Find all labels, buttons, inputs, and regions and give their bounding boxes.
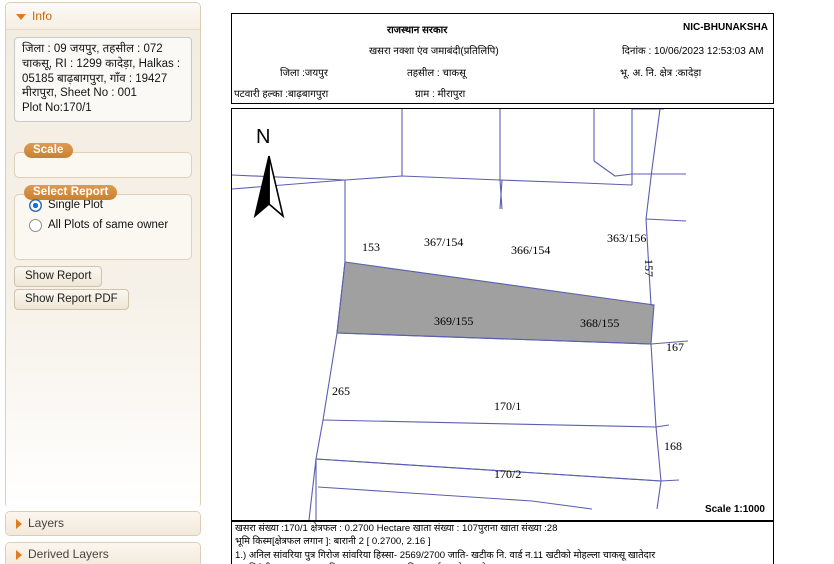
header-patwari: पटवारी हल्का :बाढ़बागपुरा — [234, 89, 329, 100]
header-tehsil: तहसील : चाकसू — [407, 68, 466, 79]
north-arrow-icon — [253, 155, 285, 219]
plot-number-label: 368/155 — [580, 316, 620, 330]
show-report-pdf-button[interactable]: Show Report PDF — [14, 289, 129, 310]
triangle-right-icon — [16, 549, 22, 560]
header-org: NIC-BHUNAKSHA — [683, 22, 768, 33]
triangle-right-icon — [16, 518, 22, 529]
info-panel: Info जिला : 09 जयपुर, तहसील : 072 चाकसू,… — [5, 2, 201, 508]
north-letter-label: N — [256, 126, 271, 148]
plot-number-label: 170/1 — [494, 399, 522, 413]
plot-number-label: 167 — [666, 340, 684, 354]
plot-number-label: 363/156 — [607, 231, 647, 245]
footer-line: भूमि किस्म[क्षेत्रफल लगान ]: बारानी 2 [ … — [235, 536, 431, 548]
derived-layers-panel[interactable]: Derived Layers — [5, 542, 201, 564]
plot-number-label: 366/154 — [511, 243, 551, 257]
plot-number-label: 265 — [332, 384, 350, 398]
plot-number-label: 168 — [664, 439, 682, 453]
layers-panel[interactable]: Layers — [5, 511, 201, 536]
header-bhu-area: भू. अ. नि. क्षेत्र :कादेड़ा — [620, 68, 702, 79]
header-village: ग्राम : मीरापुरा — [415, 89, 466, 100]
derived-layers-panel-title: Derived Layers — [28, 547, 109, 561]
select-report-fieldset: Select Report Single Plot All Plots of s… — [14, 185, 192, 260]
plot-info-text: जिला : 09 जयपुर, तहसील : 072 चाकसू, RI :… — [22, 43, 181, 115]
layers-panel-header[interactable]: Layers — [6, 512, 200, 535]
application-window: Info जिला : 09 जयपुर, तहसील : 072 चाकसू,… — [0, 0, 834, 564]
cadastral-map-svg[interactable] — [232, 109, 773, 520]
radio-all-plots-icon[interactable] — [29, 218, 42, 232]
plot-number-label: 369/155 — [434, 314, 474, 328]
radio-single-plot-icon[interactable] — [29, 198, 42, 212]
map-header-block: राजस्थान सरकार NIC-BHUNAKSHA खसरा नक्शा … — [231, 13, 774, 104]
scale-legend: Scale — [24, 143, 73, 158]
map-footer-block: खसरा संख्या :170/1 क्षेत्रफल : 0.2700 He… — [231, 521, 774, 564]
info-panel-header[interactable]: Info — [6, 3, 200, 29]
header-date: दिनांक : 10/06/2023 12:53:03 AM — [622, 46, 764, 57]
show-report-button[interactable]: Show Report — [14, 266, 103, 287]
sidebar: Info जिला : 09 जयपुर, तहसील : 072 चाकसू,… — [0, 0, 208, 564]
header-doc-title: खसरा नक्शा एंव जमाबंदी(प्रतिलिपि) — [369, 46, 499, 57]
radio-all-plots-label: All Plots of same owner — [48, 218, 169, 231]
scale-fieldset: Scale — [14, 143, 192, 178]
info-panel-title: Info — [32, 9, 53, 23]
map-scale-note: Scale 1:1000 — [704, 504, 765, 515]
header-district: जिला :जयपुर — [280, 68, 328, 79]
footer-line-list: खसरा संख्या :170/1 क्षेत्रफल : 0.2700 He… — [232, 522, 773, 564]
plot-info-box: जिला : 09 जयपुर, तहसील : 072 चाकसू, RI :… — [14, 37, 192, 122]
plot-number-label: 367/154 — [424, 235, 464, 249]
map-document: राजस्थान सरकार NIC-BHUNAKSHA खसरा नक्शा … — [231, 13, 774, 564]
plot-number-label: 153 — [362, 240, 380, 254]
derived-layers-panel-header[interactable]: Derived Layers — [6, 543, 200, 564]
radio-single-plot-label: Single Plot — [48, 198, 103, 211]
footer-line: खसरा संख्या :170/1 क्षेत्रफल : 0.2700 He… — [235, 523, 558, 534]
header-govt: राजस्थान सरकार — [387, 25, 448, 36]
plot-number-label: 170/2 — [494, 467, 522, 481]
radio-option-all-plots[interactable]: All Plots of same owner — [29, 215, 191, 235]
select-report-legend: Select Report — [24, 185, 118, 200]
plot-number-label: 157 — [642, 259, 656, 277]
layers-panel-title: Layers — [28, 516, 65, 530]
footer-line: 1.) अनिल सांवरिया पुत्र गिरोज सांवरिया ह… — [235, 549, 656, 561]
plot-polygon-selected — [336, 261, 655, 345]
info-panel-body: जिला : 09 जयपुर, तहसील : 072 चाकसू, RI :… — [6, 29, 200, 508]
map-canvas[interactable]: N 153 367/154 366/154 363/156 157 369/155 368/… — [231, 108, 774, 548]
triangle-down-icon — [16, 13, 26, 20]
